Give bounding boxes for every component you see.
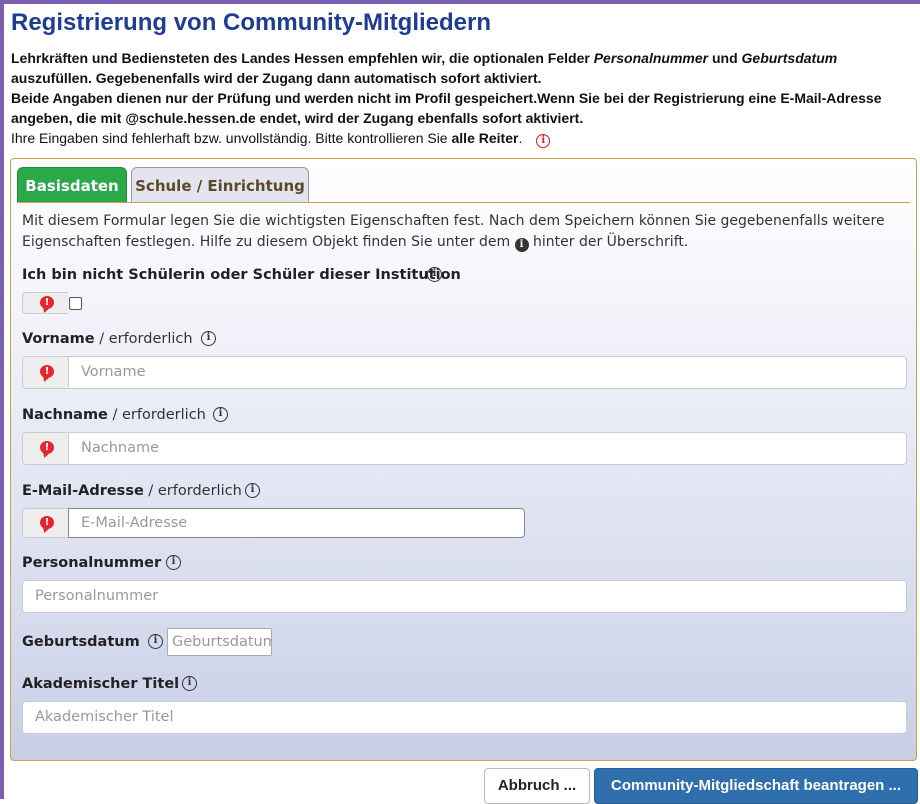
personalnummer-info-icon[interactable]: i xyxy=(166,555,181,570)
error-message: Ihre Eingaben sind fehlerhaft bzw. unvol… xyxy=(11,128,911,148)
titel-info-icon[interactable]: i xyxy=(182,676,197,691)
required-marker-icon: ! xyxy=(40,296,54,309)
intro-field-geburtsdatum: Geburtsdatum xyxy=(741,50,838,66)
geburtsdatum-input[interactable]: Geburtsdatum xyxy=(167,628,272,656)
required-marker-icon: ! xyxy=(40,516,54,529)
intro-text: Lehrkräften und Bediensteten des Landes … xyxy=(11,48,911,148)
email-required-addon: ! xyxy=(22,508,68,538)
page-title: Registrierung von Community-Mitgliedern xyxy=(11,9,492,36)
tab-schule-einrichtung[interactable]: Schule / Einrichtung xyxy=(131,167,309,203)
intro-paragraph-1: Lehrkräften und Bediensteten des Landes … xyxy=(11,50,838,86)
personalnummer-input[interactable]: Personalnummer xyxy=(22,580,907,613)
error-info-icon[interactable]: i xyxy=(536,134,551,148)
nachname-info-icon[interactable]: i xyxy=(213,407,228,422)
info-icon: i xyxy=(514,238,529,252)
geburtsdatum-label: Geburtsdatum xyxy=(22,634,140,650)
required-marker-icon: ! xyxy=(40,365,54,378)
titel-label: Akademischer Titel xyxy=(22,676,180,692)
nachname-required-addon: ! xyxy=(22,432,68,465)
not-student-checkbox[interactable] xyxy=(69,297,82,310)
titel-input[interactable]: Akademischer Titel xyxy=(22,701,907,734)
intro-paragraph-2: Beide Angaben dienen nur der Prüfung und… xyxy=(11,90,882,126)
vorname-required-addon: ! xyxy=(22,356,68,389)
not-student-required-addon: ! xyxy=(22,292,68,314)
intro-field-personalnummer: Personalnummer xyxy=(593,50,709,66)
vorname-input[interactable]: Vorname xyxy=(68,356,907,389)
tab-basisdaten[interactable]: Basisdaten xyxy=(17,167,127,203)
nachname-label: Nachname / erforderlich xyxy=(22,407,206,423)
email-input[interactable]: E-Mail-Adresse xyxy=(68,508,525,538)
personalnummer-label: Personalnummer xyxy=(22,555,162,571)
window-frame-left xyxy=(0,0,4,799)
not-student-label: Ich bin nicht Schülerin oder Schüler die… xyxy=(22,267,461,283)
nachname-input[interactable]: Nachname xyxy=(68,432,907,465)
email-info-icon[interactable]: i xyxy=(245,483,260,498)
not-student-info-icon[interactable]: i xyxy=(427,267,442,282)
vorname-label: Vorname / erforderlich xyxy=(22,331,193,347)
form-description: Mit diesem Formular legen Sie die wichti… xyxy=(22,213,885,252)
required-marker-icon: ! xyxy=(40,441,54,454)
tab-divider xyxy=(17,202,910,203)
email-label: E-Mail-Adresse / erforderlich xyxy=(22,483,242,499)
window-frame-top xyxy=(0,0,920,4)
geburtsdatum-info-icon[interactable]: i xyxy=(148,634,163,649)
vorname-info-icon[interactable]: i xyxy=(201,331,216,346)
form-panel: Basisdaten Schule / Einrichtung Mit dies… xyxy=(10,158,917,761)
